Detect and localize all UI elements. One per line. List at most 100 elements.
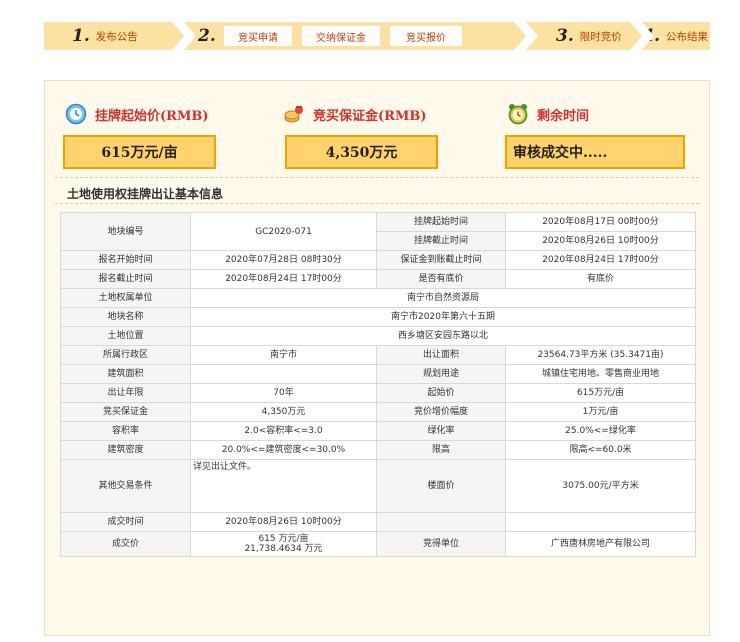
deal-price-total: 21,738.4634 万元 [244, 544, 323, 554]
table-row: 成交价 615 万元/亩 21,738.4634 万元 竞得单位 广西唐林房地产… [60, 531, 696, 557]
table-cell: 详见出让文件。 [190, 459, 377, 513]
step-arrow-notch [526, 22, 538, 50]
table-cell-label: 地块名称 [60, 307, 191, 327]
table-cell: 25.0%<=绿化率 [505, 421, 696, 441]
table-cell-empty [376, 512, 506, 532]
land-info-table: 地块编号 GC2020-071 挂牌起始时间 2020年08月17日 00时00… [60, 212, 696, 557]
auction-panel: 挂牌起始价(RMB) 竞买保证金(RMB) 剩余时间 615万元/亩 4,350… [44, 80, 710, 636]
table-cell: 南宁市自然资源局 [190, 288, 696, 308]
step-publish: 1. 发布公告 [44, 22, 172, 50]
step-arrow [630, 22, 642, 50]
table-cell-label: 规划用途 [376, 364, 506, 384]
table-cell: 3075.00元/平方米 [505, 459, 696, 513]
table-cell: 2020年08月24日 17时00分 [190, 269, 377, 289]
step-label: 发布公告 [95, 30, 138, 43]
table-cell-label: 起始价 [376, 383, 506, 403]
table-row: 成交时间 2020年08月26日 10时00分 [60, 512, 696, 532]
table-row: 地块名称 南宁市2020年第六十五期 [60, 307, 696, 327]
coins-icon [283, 103, 305, 125]
table-row: 建筑密度 20.0%<=建筑密度<=30.0% 限高 限高<=60.0米 [60, 440, 696, 460]
table-cell-label: 出让面积 [376, 345, 506, 365]
start-price-label: 挂牌起始价(RMB) [95, 108, 209, 124]
table-row: 土地位置 西乡塘区安园东路以北 [60, 326, 696, 346]
table-cell: 南宁市2020年第六十五期 [190, 307, 696, 327]
table-cell: 2020年07月28日 08时30分 [190, 250, 377, 270]
table-row: 竞买保证金 4,350万元 竞价增价幅度 1万元/亩 [60, 402, 696, 422]
table-cell: 广西唐林房地产有限公司 [505, 531, 696, 557]
progress-steps: 1. 发布公告 2. 竞买申请 交纳保证金 竞买报价 3. 限时竞价 4. 公布… [44, 22, 710, 50]
deposit-header: 竞买保证金(RMB) [283, 103, 426, 125]
step-number: 2. [198, 26, 216, 46]
step-number: 1. [72, 26, 90, 46]
table-cell-label: 其他交易条件 [60, 459, 191, 513]
table-cell: 西乡塘区安园东路以北 [190, 326, 696, 346]
table-cell-label: 挂牌截止时间 [376, 231, 506, 251]
remaining-time-label: 剩余时间 [537, 108, 590, 124]
table-cell-label: 是否有底价 [376, 269, 506, 289]
table-row: 报名截止时间 2020年08月24日 17时00分 是否有底价 有底价 [60, 269, 696, 289]
table-cell: 南宁市 [190, 345, 377, 365]
start-price-header: 挂牌起始价(RMB) [65, 103, 208, 125]
table-cell-label: 限高 [376, 440, 506, 460]
table-cell: 城镇住宅用地、零售商业用地 [505, 364, 696, 384]
table-row: 其他交易条件 详见出让文件。 楼面价 3075.00元/平方米 [60, 459, 696, 513]
table-cell: 4,350万元 [190, 402, 377, 422]
table-row: 容积率 2.0<容积率<=3.0 绿化率 25.0%<=绿化率 [60, 421, 696, 441]
table-row: 出让年限 70年 起始价 615万元/亩 [60, 383, 696, 403]
table-cell-label: 竞价增价幅度 [376, 402, 506, 422]
table-cell: 有底价 [505, 269, 696, 289]
table-cell-label: 所属行政区 [60, 345, 191, 365]
table-cell-label: 成交时间 [60, 512, 191, 532]
step-number: 3. [556, 26, 574, 46]
table-cell-label: 保证金到账截止时间 [376, 250, 506, 270]
table-cell-label: 成交价 [60, 531, 191, 557]
table-cell-label: 出让年限 [60, 383, 191, 403]
table-row: 地块编号 GC2020-071 挂牌起始时间 2020年08月17日 00时00… [60, 212, 696, 251]
table-cell [190, 364, 377, 384]
step-arrow-notch [642, 22, 654, 50]
tab-bid-apply[interactable]: 竞买申请 [224, 26, 292, 46]
table-cell: 2020年08月24日 17时00分 [505, 250, 696, 270]
table-cell-label: 建筑面积 [60, 364, 191, 384]
step-arrow-notch [184, 22, 196, 50]
step-timed-bidding: 3. 限时竞价 [526, 22, 630, 50]
table-cell: GC2020-071 [190, 212, 377, 251]
table-cell-label: 楼面价 [376, 459, 506, 513]
remaining-time-header: 剩余时间 [507, 103, 589, 125]
table-cell: 2020年08月26日 10时00分 [505, 231, 696, 251]
table-cell: 限高<=60.0米 [505, 440, 696, 460]
table-cell-label: 容积率 [60, 421, 191, 441]
table-cell-label: 地块编号 [60, 212, 191, 251]
table-cell-label: 竞得单位 [376, 531, 506, 557]
alarm-clock-icon [507, 103, 529, 125]
table-cell: 1万元/亩 [505, 402, 696, 422]
divider [55, 177, 699, 178]
table-row: 土地权属单位 南宁市自然资源局 [60, 288, 696, 308]
table-cell-deal-price: 615 万元/亩 21,738.4634 万元 [190, 531, 377, 557]
deposit-label: 竞买保证金(RMB) [313, 108, 427, 124]
table-row: 建筑面积 规划用途 城镇住宅用地、零售商业用地 [60, 364, 696, 384]
table-cell: 70年 [190, 383, 377, 403]
table-cell: 23564.73平方米 (35.3471亩) [505, 345, 696, 365]
start-price-value: 615万元/亩 [63, 135, 216, 169]
table-cell-label: 报名开始时间 [60, 250, 191, 270]
table-cell-label: 竞买保证金 [60, 402, 191, 422]
tab-pay-deposit[interactable]: 交纳保证金 [302, 26, 380, 46]
deposit-value: 4,350万元 [285, 135, 438, 169]
table-cell: 2020年08月17日 00时00分 [505, 212, 696, 232]
remaining-time-value: 审核成交中..... [505, 135, 685, 169]
table-cell-label: 土地权属单位 [60, 288, 191, 308]
table-cell-label: 挂牌起始时间 [376, 212, 506, 232]
table-cell: 2020年08月26日 10时00分 [190, 512, 377, 532]
step-arrow [172, 22, 184, 50]
table-cell-label: 建筑密度 [60, 440, 191, 460]
table-cell-empty [505, 512, 696, 532]
table-cell-label: 报名截止时间 [60, 269, 191, 289]
step-label: 限时竞价 [579, 30, 622, 43]
step-label: 公布结果 [666, 30, 708, 43]
table-cell: 20.0%<=建筑密度<=30.0% [190, 440, 377, 460]
tab-bid-quote[interactable]: 竞买报价 [390, 26, 462, 46]
table-row: 所属行政区 南宁市 出让面积 23564.73平方米 (35.3471亩) [60, 345, 696, 365]
divider [55, 203, 699, 204]
deal-price-per-mu: 615 万元/亩 [258, 534, 309, 544]
